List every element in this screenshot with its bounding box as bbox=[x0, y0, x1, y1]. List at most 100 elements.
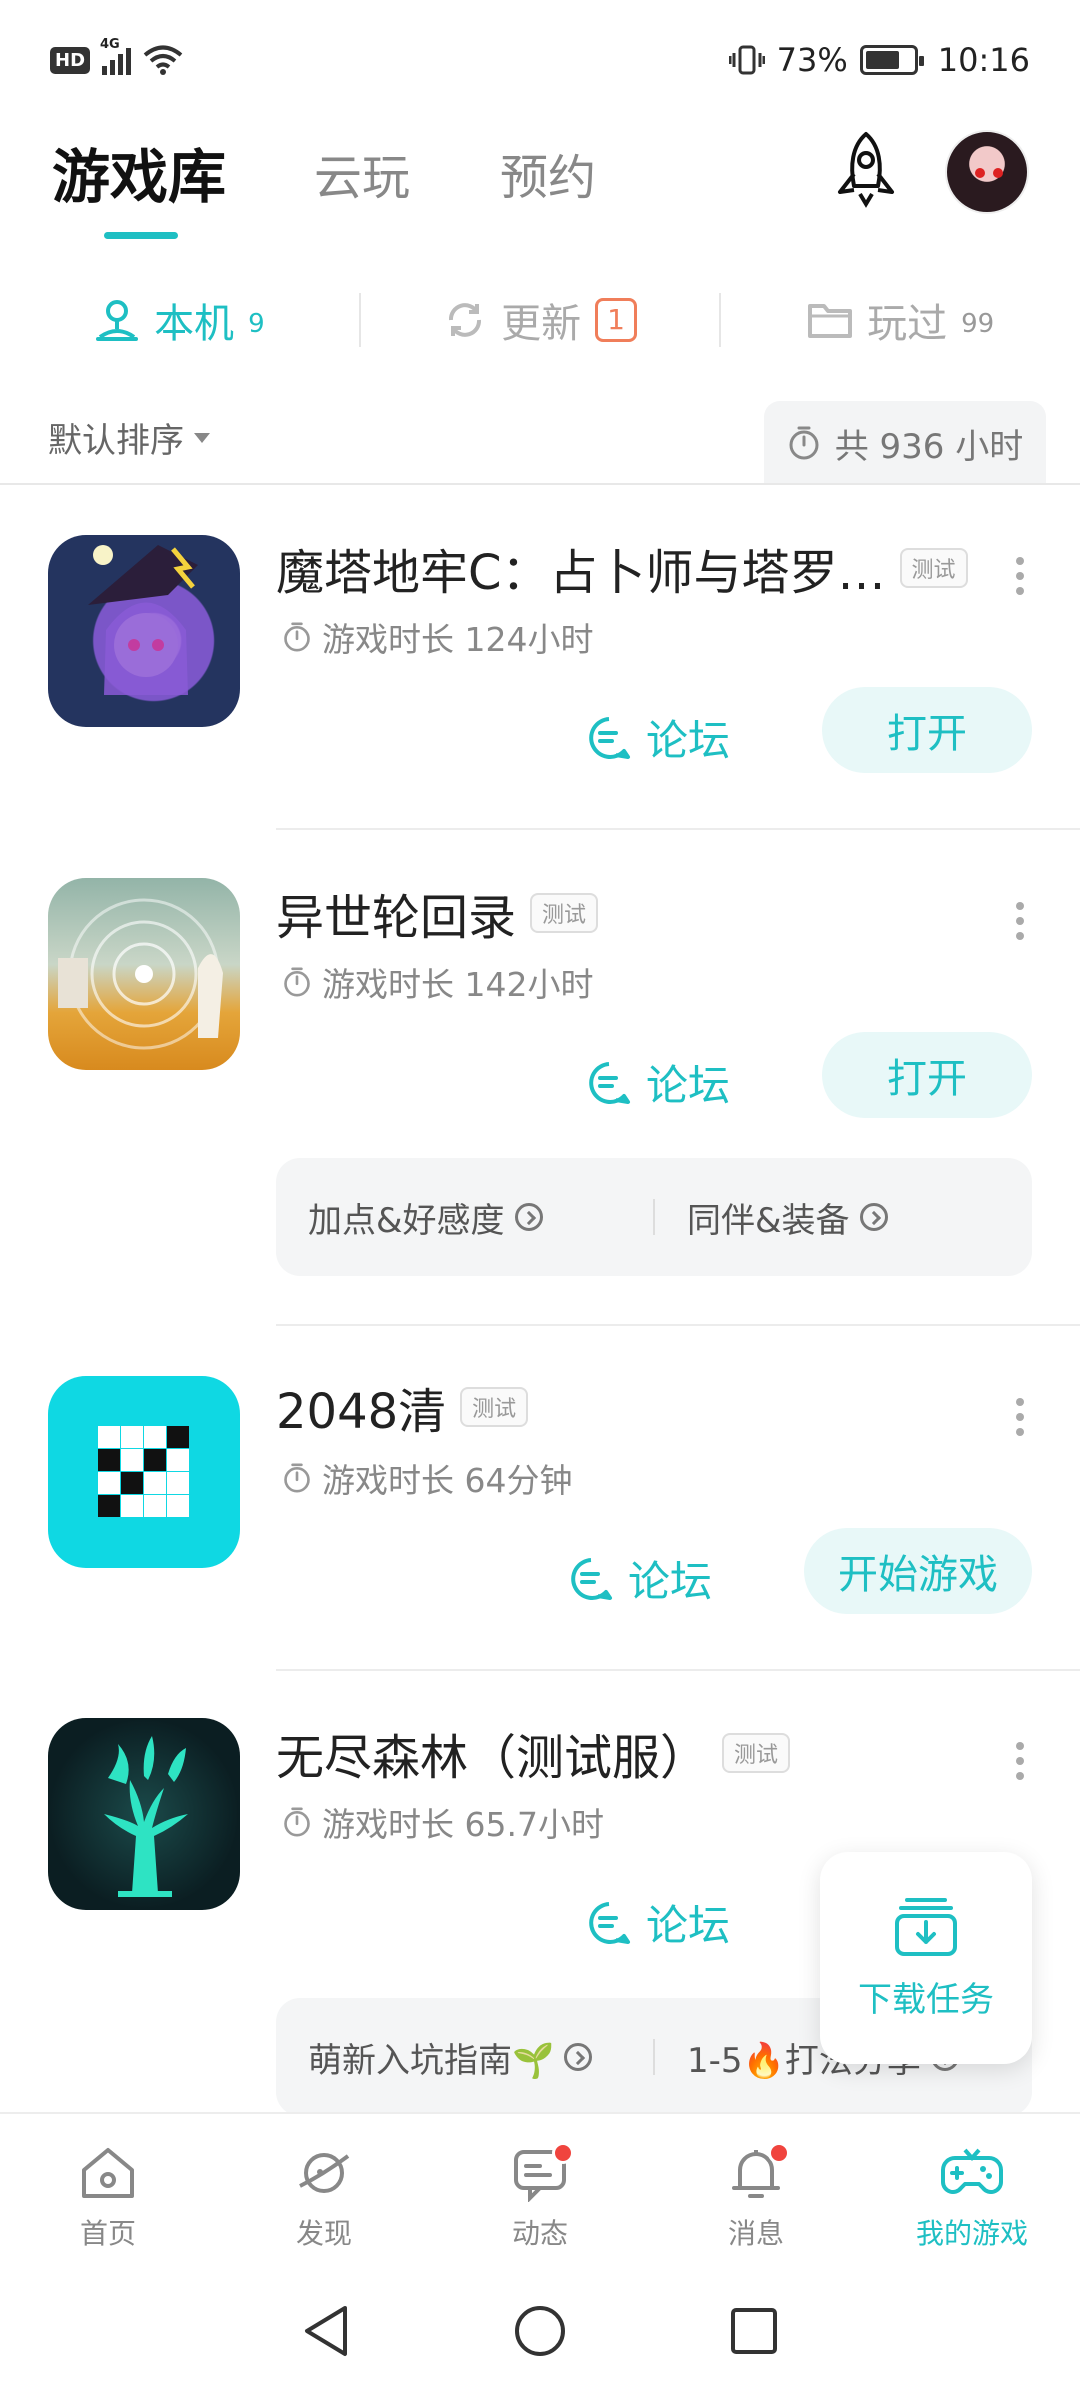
battery-icon bbox=[859, 45, 924, 75]
forum-button[interactable]: 论坛 bbox=[568, 1548, 712, 1609]
test-tag: 测试 bbox=[530, 893, 599, 933]
subtab-played-count: 99 bbox=[961, 309, 995, 339]
forum-chat-icon bbox=[589, 1901, 630, 1944]
nav-home[interactable]: 首页 bbox=[0, 2114, 216, 2274]
timer-icon bbox=[284, 622, 310, 652]
test-tag: 测试 bbox=[722, 1733, 791, 1773]
discover-planet-icon bbox=[299, 2153, 350, 2193]
forum-label: 论坛 bbox=[646, 1901, 731, 1950]
timer-icon bbox=[284, 967, 310, 997]
game-icon[interactable] bbox=[48, 878, 240, 1070]
user-avatar[interactable] bbox=[945, 130, 1029, 214]
start-game-button[interactable]: 开始游戏 bbox=[804, 1528, 1032, 1614]
forum-label: 论坛 bbox=[646, 1061, 731, 1110]
nav-label: 发现 bbox=[295, 2217, 352, 2250]
sort-label: 默认排序 bbox=[48, 421, 184, 461]
notification-dot bbox=[552, 2142, 574, 2164]
subtab-update-label: 更新 bbox=[501, 301, 582, 347]
subtab-local-label: 本机 bbox=[154, 301, 235, 347]
notification-dot bbox=[768, 2142, 790, 2164]
nav-label: 动态 bbox=[511, 2217, 568, 2250]
system-navigation-bar bbox=[0, 2274, 1080, 2388]
download-tray-icon bbox=[895, 1897, 957, 1956]
forum-chat-icon bbox=[589, 1061, 630, 1104]
timer-icon bbox=[284, 1807, 310, 1837]
game-icon[interactable] bbox=[48, 1376, 240, 1568]
playtime-text: 游戏时长 64分钟 bbox=[322, 1461, 573, 1500]
forum-label: 论坛 bbox=[646, 716, 731, 765]
game-title[interactable]: 异世轮回录 bbox=[276, 878, 516, 948]
timer-icon bbox=[789, 426, 819, 460]
sub-tabs: 本机 9 更新 1 玩过 99 bbox=[0, 270, 1080, 370]
nav-discover[interactable]: 发现 bbox=[216, 2114, 432, 2274]
tab-cloud-play[interactable]: 云玩 bbox=[314, 138, 410, 208]
signal-icon: 4G bbox=[100, 37, 132, 75]
game-title[interactable]: 魔塔地牢C：占卜师与塔罗… bbox=[276, 533, 886, 603]
local-device-icon bbox=[96, 300, 139, 341]
nav-my-games[interactable]: 我的游戏 bbox=[864, 2114, 1080, 2274]
sort-dropdown[interactable]: 默认排序 bbox=[48, 413, 210, 462]
playtime-text: 游戏时长 65.7小时 bbox=[322, 1805, 604, 1844]
home-circle-icon[interactable] bbox=[513, 2304, 567, 2358]
more-options-icon[interactable] bbox=[1012, 557, 1028, 595]
subtab-update[interactable]: 更新 1 bbox=[361, 291, 720, 349]
open-game-button[interactable]: 打开 bbox=[822, 1032, 1032, 1118]
nav-feed[interactable]: 动态 bbox=[432, 2114, 648, 2274]
forum-button[interactable]: 论坛 bbox=[586, 1052, 730, 1113]
playtime: 游戏时长 124小时 bbox=[282, 613, 593, 661]
guide-label: 加点&好感度 bbox=[308, 1200, 505, 1241]
forum-chat-icon bbox=[571, 1557, 612, 1600]
game-icon[interactable] bbox=[48, 1718, 240, 1910]
gamepad-icon bbox=[941, 2148, 1003, 2194]
top-header: 游戏库 云玩 预约 bbox=[0, 120, 1080, 245]
circle-arrow-icon bbox=[859, 1203, 888, 1231]
test-tag: 测试 bbox=[899, 548, 968, 588]
divider bbox=[276, 1669, 1080, 1671]
more-options-icon[interactable] bbox=[1012, 1398, 1028, 1436]
playtime-text: 游戏时长 142小时 bbox=[322, 965, 594, 1004]
playtime-text: 游戏时长 124小时 bbox=[322, 620, 594, 659]
subtab-local[interactable]: 本机 9 bbox=[0, 291, 359, 349]
tab-game-library[interactable]: 游戏库 bbox=[52, 130, 226, 214]
game-icon[interactable] bbox=[48, 535, 240, 727]
forum-button[interactable]: 论坛 bbox=[586, 707, 730, 768]
more-options-icon[interactable] bbox=[1012, 902, 1028, 940]
forum-label: 论坛 bbox=[628, 1557, 713, 1606]
subtab-played[interactable]: 玩过 99 bbox=[721, 291, 1080, 349]
open-game-button[interactable]: 打开 bbox=[822, 687, 1032, 773]
bottom-navigation: 首页 发现 动态 消息 我的游戏 bbox=[0, 2112, 1080, 2274]
timer-icon bbox=[284, 1463, 310, 1493]
total-time-text: 共 936 小时 bbox=[834, 426, 1024, 467]
guide-link[interactable]: 加点&好感度 bbox=[276, 1193, 653, 1242]
guide-links: 加点&好感度 同伴&装备 bbox=[276, 1158, 1032, 1276]
active-tab-indicator bbox=[104, 232, 178, 239]
guide-label: 同伴&装备 bbox=[687, 1200, 850, 1241]
hd-badge: HD bbox=[50, 46, 91, 74]
nav-messages[interactable]: 消息 bbox=[648, 2114, 864, 2274]
download-tasks-button[interactable]: 下载任务 bbox=[820, 1852, 1032, 2064]
divider bbox=[0, 483, 1080, 485]
subtab-local-count: 9 bbox=[248, 309, 265, 339]
game-title[interactable]: 2048清 bbox=[276, 1372, 446, 1442]
guide-link[interactable]: 萌新入坑指南🌱 bbox=[276, 2033, 653, 2082]
folder-icon bbox=[808, 304, 853, 338]
more-options-icon[interactable] bbox=[1012, 1742, 1028, 1780]
nav-label: 消息 bbox=[727, 2217, 784, 2250]
rocket-icon[interactable] bbox=[828, 130, 904, 210]
playtime: 游戏时长 64分钟 bbox=[282, 1454, 572, 1502]
wifi-icon bbox=[143, 45, 183, 75]
tab-reservation[interactable]: 预约 bbox=[500, 138, 596, 208]
download-tasks-label: 下载任务 bbox=[858, 1979, 994, 2020]
back-triangle-icon[interactable] bbox=[301, 2304, 351, 2358]
guide-link[interactable]: 同伴&装备 bbox=[655, 1193, 1032, 1242]
test-tag: 测试 bbox=[460, 1387, 529, 1427]
total-playtime: 共 936 小时 bbox=[764, 401, 1046, 485]
nav-label: 我的游戏 bbox=[915, 2217, 1028, 2250]
divider bbox=[276, 1324, 1080, 1326]
game-title[interactable]: 无尽森林（测试服） bbox=[276, 1718, 708, 1788]
recents-square-icon[interactable] bbox=[729, 2306, 779, 2356]
subtab-played-label: 玩过 bbox=[867, 301, 948, 347]
forum-button[interactable]: 论坛 bbox=[586, 1892, 730, 1953]
battery-percent: 73% bbox=[776, 41, 848, 79]
caret-down-icon bbox=[194, 432, 210, 443]
